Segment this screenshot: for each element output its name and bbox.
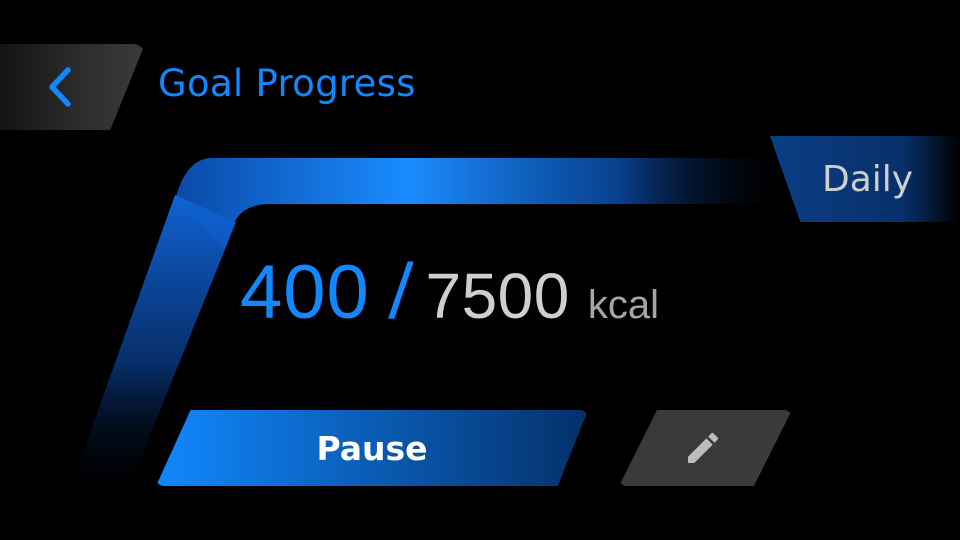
back-button[interactable] xyxy=(0,44,145,130)
pencil-icon xyxy=(688,432,719,463)
page-title: Goal Progress xyxy=(158,62,416,105)
period-tab-daily[interactable]: Daily xyxy=(770,136,960,222)
value-separator: / xyxy=(386,247,415,335)
chevron-left-icon xyxy=(49,67,71,107)
goal-readout: 400 / 7500 kcal xyxy=(240,246,659,346)
current-value: 400 xyxy=(240,250,370,335)
period-tab-label: Daily xyxy=(822,159,914,200)
target-value: 7500 xyxy=(425,260,570,332)
card-frame-top-bar xyxy=(175,158,790,250)
unit-label: kcal xyxy=(587,283,659,327)
pause-button[interactable]: Pause xyxy=(156,410,588,486)
edit-button[interactable] xyxy=(619,410,792,486)
